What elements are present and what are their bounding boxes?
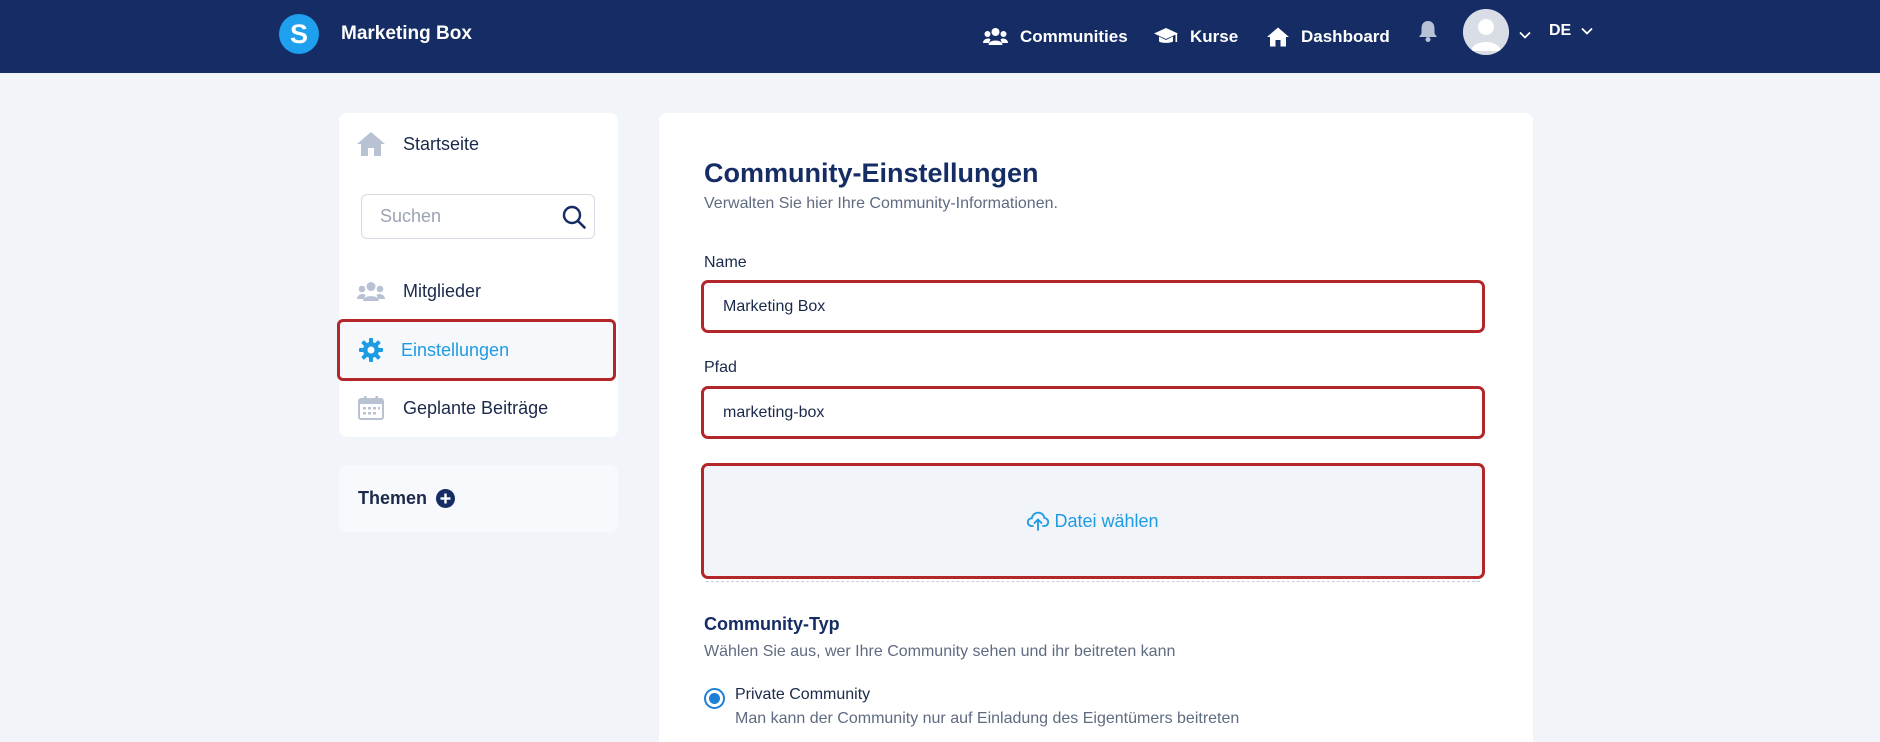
users-icon xyxy=(357,281,385,302)
sidebar-item-members[interactable]: Mitglieder xyxy=(357,276,481,306)
radio-selected-dot xyxy=(709,693,720,704)
sidebar: Startseite Mitglieder xyxy=(337,113,618,437)
sidebar-item-label: Startseite xyxy=(403,133,480,154)
chevron-down-icon xyxy=(1581,27,1593,35)
sidebar-item-label: Mitglieder xyxy=(403,280,482,301)
calendar-icon xyxy=(357,396,385,420)
file-upload-dropzone[interactable]: Datei wählen xyxy=(701,463,1485,579)
brand-logo-letter: S xyxy=(289,18,308,49)
community-type-subtitle: Wählen Sie aus, wer Ihre Community sehen… xyxy=(704,643,1176,660)
home-icon xyxy=(1267,27,1289,46)
search-input[interactable] xyxy=(362,206,552,227)
page-subtitle: Verwalten Sie hier Ihre Community-Inform… xyxy=(704,195,1058,212)
private-community-description: Man kann der Community nur auf Einladung… xyxy=(735,710,1240,727)
chevron-down-icon xyxy=(1519,31,1531,39)
path-label: Pfad xyxy=(704,359,737,376)
sidebar-item-settings[interactable]: Einstellungen xyxy=(337,319,616,381)
nav-dashboard[interactable]: Dashboard xyxy=(1267,0,1390,73)
sidebar-search xyxy=(361,194,595,239)
upload-divider xyxy=(706,581,1480,582)
brand[interactable]: S Marketing Box xyxy=(279,14,472,54)
settings-card: Community-Einstellungen Verwalten Sie hi… xyxy=(659,113,1533,742)
name-input[interactable] xyxy=(704,297,1482,316)
users-icon xyxy=(983,28,1008,45)
private-community-option[interactable]: Private Community Man kann der Community… xyxy=(704,686,1239,728)
brand-name[interactable]: Marketing Box xyxy=(341,23,472,45)
avatar-menu-chevron[interactable] xyxy=(1519,26,1531,44)
search-button[interactable] xyxy=(562,205,586,234)
name-field-wrapper xyxy=(701,280,1485,333)
graduation-cap-icon xyxy=(1154,28,1178,43)
cloud-upload-icon xyxy=(1027,511,1050,531)
nav-communities-label: Communities xyxy=(1020,26,1128,46)
notifications-button[interactable] xyxy=(1418,20,1438,48)
sidebar-item-home[interactable]: Startseite xyxy=(357,129,479,159)
page-title: Community-Einstellungen xyxy=(704,158,1039,188)
private-community-text: Private Community Man kann der Community… xyxy=(735,686,1239,728)
nav-kurse-label: Kurse xyxy=(1190,26,1239,46)
bell-icon xyxy=(1419,21,1437,42)
top-navigation-bar: S Marketing Box Communities Kurse Dashbo… xyxy=(0,0,1880,73)
topics-title: Themen xyxy=(358,488,428,508)
nav-dashboard-link[interactable]: Dashboard xyxy=(1267,27,1390,47)
plus-circle-icon xyxy=(436,489,456,508)
user-avatar[interactable] xyxy=(1463,9,1509,55)
sidebar-item-planned-posts[interactable]: Geplante Beiträge xyxy=(357,393,548,423)
sidebar-item-label: Geplante Beiträge xyxy=(403,397,549,418)
nav-communities-link[interactable]: Communities xyxy=(983,27,1128,47)
language-selector[interactable]: DE xyxy=(1549,22,1593,40)
upload-label: Datei wählen xyxy=(1054,510,1159,531)
nav-kurse-link[interactable]: Kurse xyxy=(1154,27,1238,47)
gear-icon xyxy=(357,338,385,362)
brand-logo-icon[interactable]: S xyxy=(279,14,319,54)
private-community-label: Private Community xyxy=(735,686,871,703)
path-field-wrapper xyxy=(701,386,1485,439)
path-input[interactable] xyxy=(704,403,1482,422)
user-avatar-icon xyxy=(1463,9,1509,55)
nav-kurse[interactable]: Kurse xyxy=(1154,0,1238,73)
search-icon xyxy=(562,205,586,229)
nav-communities[interactable]: Communities xyxy=(983,0,1128,73)
nav-dashboard-label: Dashboard xyxy=(1301,26,1390,46)
sidebar-item-label: Einstellungen xyxy=(401,339,510,360)
language-label: DE xyxy=(1549,22,1572,39)
home-icon xyxy=(357,131,385,157)
add-topic-button[interactable] xyxy=(436,489,456,508)
name-label: Name xyxy=(704,254,747,271)
private-community-radio[interactable] xyxy=(704,688,725,709)
community-type-title: Community-Typ xyxy=(704,614,840,634)
topics-panel: Themen xyxy=(339,465,618,532)
